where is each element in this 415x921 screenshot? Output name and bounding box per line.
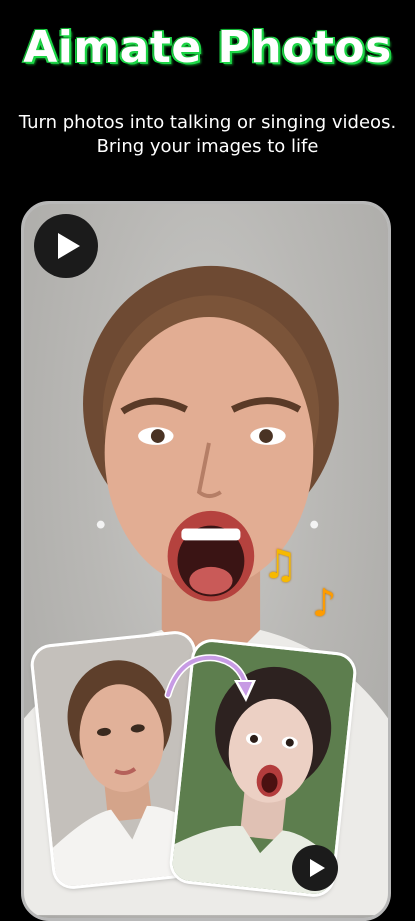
card-play-icon[interactable] — [292, 845, 338, 891]
curved-arrow-icon — [164, 654, 256, 702]
subtitle-line-2: Bring your images to life — [96, 136, 319, 157]
music-note-icon: ♪ — [312, 581, 337, 625]
play-icon[interactable] — [34, 214, 98, 278]
subtitle-line-1: Turn photos into talking or singing vide… — [18, 112, 397, 133]
page-title: Aimate Photos — [23, 22, 392, 73]
music-notes-icon: ♫ — [262, 542, 298, 588]
